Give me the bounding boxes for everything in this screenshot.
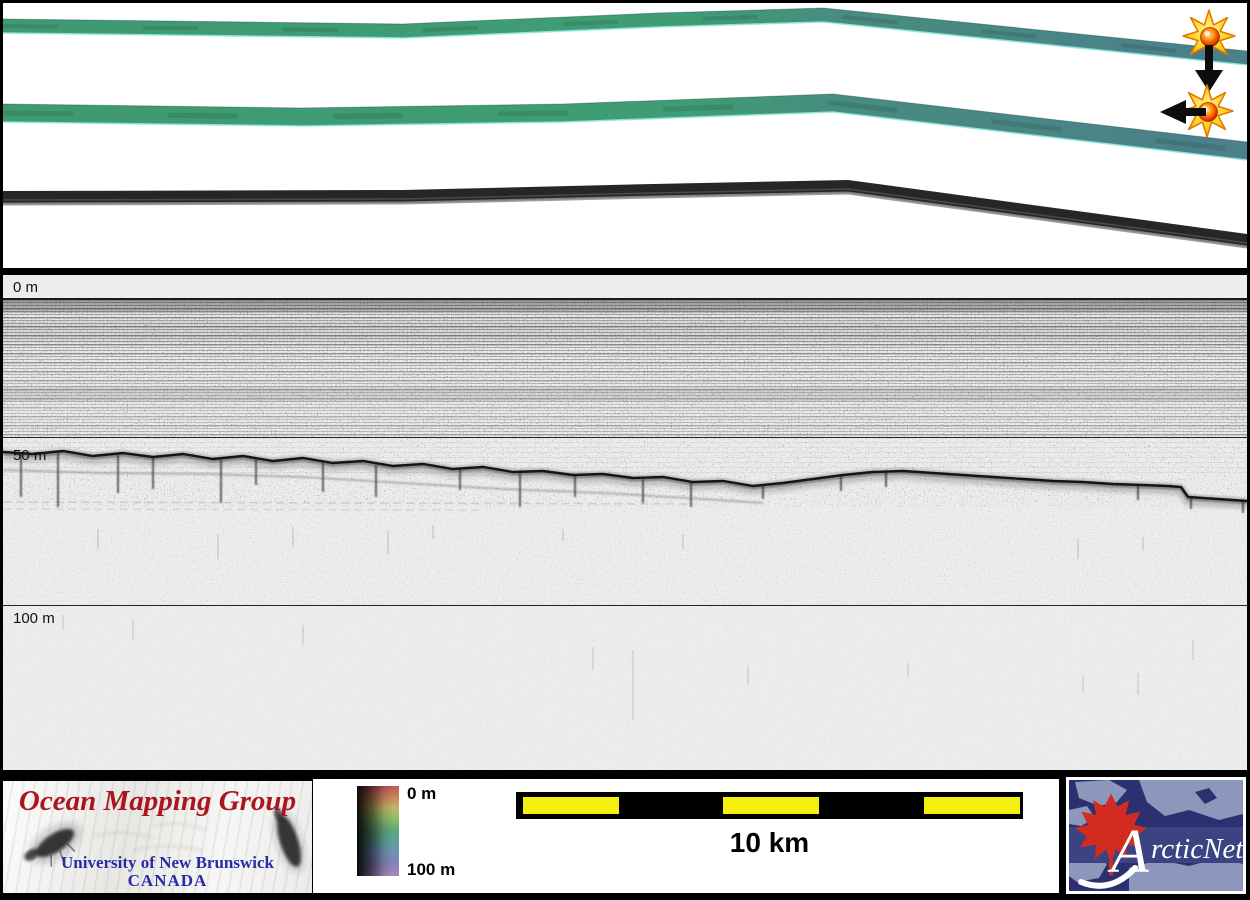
depth-label-100m: 100 m xyxy=(13,610,55,627)
omg-logo-university: University of New Brunswick xyxy=(61,853,274,872)
scalebar-segment xyxy=(723,797,819,814)
colorbar-label-bottom: 100 m xyxy=(407,860,456,879)
omg-logo: Ocean Mapping Group University of New Br… xyxy=(3,781,312,893)
measure-panel: 0 m 100 m 10 km xyxy=(313,779,1059,893)
seafloor-trace xyxy=(3,447,1247,720)
mid-depth-noise xyxy=(97,525,1144,559)
echogram-panel: 0 m 50 m 100 m xyxy=(3,271,1247,770)
depth-colorbar xyxy=(357,786,399,876)
omg-logo-country: CANADA xyxy=(127,871,208,890)
arcticnet-map-image: A rcticNet xyxy=(1069,780,1243,891)
footer-bar: Ocean Mapping Group University of New Br… xyxy=(0,770,1250,900)
track-map-panel xyxy=(3,3,1247,268)
distance-scalebar xyxy=(516,792,1023,819)
swath-line-1 xyxy=(3,7,1247,66)
track-swaths-svg xyxy=(3,7,1247,249)
echogram-top-border xyxy=(3,271,1247,275)
swath-line-2 xyxy=(3,93,1247,161)
swath-line-3 xyxy=(3,180,1247,249)
depth-label-0m: 0 m xyxy=(13,279,39,296)
svg-text:rcticNet: rcticNet xyxy=(1151,833,1243,865)
colorbar-label-top: 0 m xyxy=(407,784,437,803)
scalebar-segment xyxy=(924,797,1020,814)
depth-label-50m: 50 m xyxy=(13,447,47,464)
arcticnet-logo: A rcticNet xyxy=(1066,777,1246,894)
scalebar-label: 10 km xyxy=(729,827,810,858)
omg-logo-title: Ocean Mapping Group xyxy=(18,785,297,817)
omg-profile-viewer: 0 m 50 m 100 m Ocean Mapping Group Unive… xyxy=(0,0,1250,900)
position-marker-2 xyxy=(1160,84,1234,138)
scalebar-segment xyxy=(523,797,619,814)
svg-text:A: A xyxy=(1107,818,1150,886)
deep-noise xyxy=(62,615,1194,720)
